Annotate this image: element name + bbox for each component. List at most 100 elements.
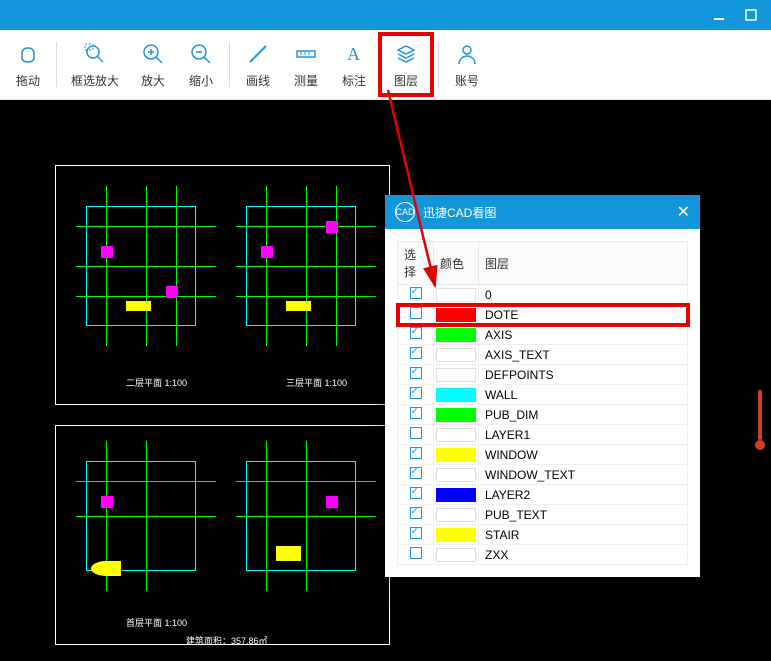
layer-name-cell[interactable]: PUB_DIM — [479, 405, 688, 425]
col-select[interactable]: 选择 — [398, 242, 434, 285]
layer-checkbox-cell[interactable] — [398, 465, 434, 485]
color-swatch — [436, 348, 476, 362]
tool-measure[interactable]: 测量 — [282, 36, 330, 93]
layer-row[interactable]: LAYER1 — [398, 425, 688, 445]
app-icon: CAD — [395, 202, 415, 222]
tool-annotate[interactable]: A 标注 — [330, 36, 378, 93]
checkbox-icon[interactable] — [410, 507, 422, 519]
checkbox-icon[interactable] — [410, 367, 422, 379]
layer-color-cell[interactable] — [434, 385, 479, 405]
layer-name-cell[interactable]: PUB_TEXT — [479, 505, 688, 525]
tool-layers[interactable]: 图层 — [378, 32, 434, 97]
checkbox-icon[interactable] — [410, 527, 422, 539]
layer-color-cell[interactable] — [434, 465, 479, 485]
layer-row[interactable]: WINDOW_TEXT — [398, 465, 688, 485]
layer-name-cell[interactable]: AXIS — [479, 325, 688, 345]
layer-name-cell[interactable]: AXIS_TEXT — [479, 345, 688, 365]
layer-name-cell[interactable]: WINDOW_TEXT — [479, 465, 688, 485]
layer-checkbox-cell[interactable] — [398, 365, 434, 385]
layer-color-cell[interactable] — [434, 505, 479, 525]
layer-name-cell[interactable]: ZXX — [479, 545, 688, 565]
caption: 三层平面 1:100 — [286, 376, 347, 389]
layer-name-cell[interactable]: WALL — [479, 385, 688, 405]
layer-checkbox-cell[interactable] — [398, 505, 434, 525]
tool-zoom-out[interactable]: 缩小 — [177, 36, 225, 93]
layer-row[interactable]: DEFPOINTS — [398, 365, 688, 385]
layer-color-cell[interactable] — [434, 445, 479, 465]
color-swatch — [436, 408, 476, 422]
layer-row[interactable]: LAYER2 — [398, 485, 688, 505]
layers-table: 选择 颜色 图层 0DOTEAXISAXIS_TEXTDEFPOINTSWALL… — [397, 241, 688, 565]
checkbox-icon[interactable] — [410, 447, 422, 459]
checkbox-icon[interactable] — [410, 547, 422, 559]
checkbox-icon[interactable] — [410, 287, 422, 299]
layer-checkbox-cell[interactable] — [398, 525, 434, 545]
col-layer[interactable]: 图层 — [479, 242, 688, 285]
layer-checkbox-cell[interactable] — [398, 385, 434, 405]
layer-checkbox-cell[interactable] — [398, 425, 434, 445]
layer-color-cell[interactable] — [434, 365, 479, 385]
layer-row[interactable]: STAIR — [398, 525, 688, 545]
caption: 首层平面 1:100 — [126, 616, 187, 629]
layer-name-cell[interactable]: WINDOW — [479, 445, 688, 465]
checkbox-icon[interactable] — [410, 347, 422, 359]
drawing-frame: 首层平面 1:100 建筑面积：357.86㎡ — [55, 425, 390, 645]
zoom-slider[interactable] — [755, 390, 765, 450]
tool-account[interactable]: 账号 — [443, 36, 491, 93]
layer-row[interactable]: DOTE — [398, 305, 688, 325]
layer-row[interactable]: PUB_TEXT — [398, 505, 688, 525]
layer-color-cell[interactable] — [434, 425, 479, 445]
layer-name-cell[interactable]: DEFPOINTS — [479, 365, 688, 385]
checkbox-icon[interactable] — [410, 467, 422, 479]
layer-checkbox-cell[interactable] — [398, 545, 434, 565]
layer-row[interactable]: WINDOW — [398, 445, 688, 465]
layer-checkbox-cell[interactable] — [398, 405, 434, 425]
layer-name-cell[interactable]: 0 — [479, 285, 688, 305]
layer-row[interactable]: ZXX — [398, 545, 688, 565]
layer-name-cell[interactable]: LAYER1 — [479, 425, 688, 445]
layer-row[interactable]: AXIS_TEXT — [398, 345, 688, 365]
checkbox-icon[interactable] — [410, 327, 422, 339]
layer-color-cell[interactable] — [434, 485, 479, 505]
layer-checkbox-cell[interactable] — [398, 305, 434, 325]
col-color[interactable]: 颜色 — [434, 242, 479, 285]
layer-row[interactable]: 0 — [398, 285, 688, 305]
close-icon[interactable]: ✕ — [677, 202, 690, 222]
tool-line[interactable]: 画线 — [234, 36, 282, 93]
layer-row[interactable]: AXIS — [398, 325, 688, 345]
layer-color-cell[interactable] — [434, 345, 479, 365]
checkbox-icon[interactable] — [410, 407, 422, 419]
layer-name-cell[interactable]: DOTE — [479, 305, 688, 325]
layer-name-cell[interactable]: STAIR — [479, 525, 688, 545]
checkbox-icon[interactable] — [410, 487, 422, 499]
checkbox-icon[interactable] — [410, 427, 422, 439]
minimize-button[interactable] — [707, 3, 731, 27]
layer-color-cell[interactable] — [434, 545, 479, 565]
annotate-icon: A — [340, 40, 368, 68]
layer-row[interactable]: WALL — [398, 385, 688, 405]
layer-color-cell[interactable] — [434, 305, 479, 325]
layer-color-cell[interactable] — [434, 325, 479, 345]
tool-drag[interactable]: 拖动 — [4, 36, 52, 93]
maximize-button[interactable] — [739, 3, 763, 27]
layer-checkbox-cell[interactable] — [398, 445, 434, 465]
layer-row[interactable]: PUB_DIM — [398, 405, 688, 425]
layer-color-cell[interactable] — [434, 525, 479, 545]
hand-icon — [14, 40, 42, 68]
color-swatch — [436, 468, 476, 482]
layer-checkbox-cell[interactable] — [398, 285, 434, 305]
layer-name-cell[interactable]: LAYER2 — [479, 485, 688, 505]
tool-zoom-box[interactable]: 框选放大 — [61, 36, 129, 93]
layer-checkbox-cell[interactable] — [398, 345, 434, 365]
tool-label: 缩小 — [189, 72, 213, 89]
tool-label: 账号 — [455, 72, 479, 89]
checkbox-icon[interactable] — [410, 387, 422, 399]
layer-color-cell[interactable] — [434, 285, 479, 305]
layer-checkbox-cell[interactable] — [398, 485, 434, 505]
checkbox-icon[interactable] — [410, 307, 422, 319]
layer-color-cell[interactable] — [434, 405, 479, 425]
layers-panel-header[interactable]: CAD 迅捷CAD看图 ✕ — [385, 195, 700, 229]
layer-checkbox-cell[interactable] — [398, 325, 434, 345]
tool-label: 标注 — [342, 72, 366, 89]
tool-zoom-in[interactable]: 放大 — [129, 36, 177, 93]
